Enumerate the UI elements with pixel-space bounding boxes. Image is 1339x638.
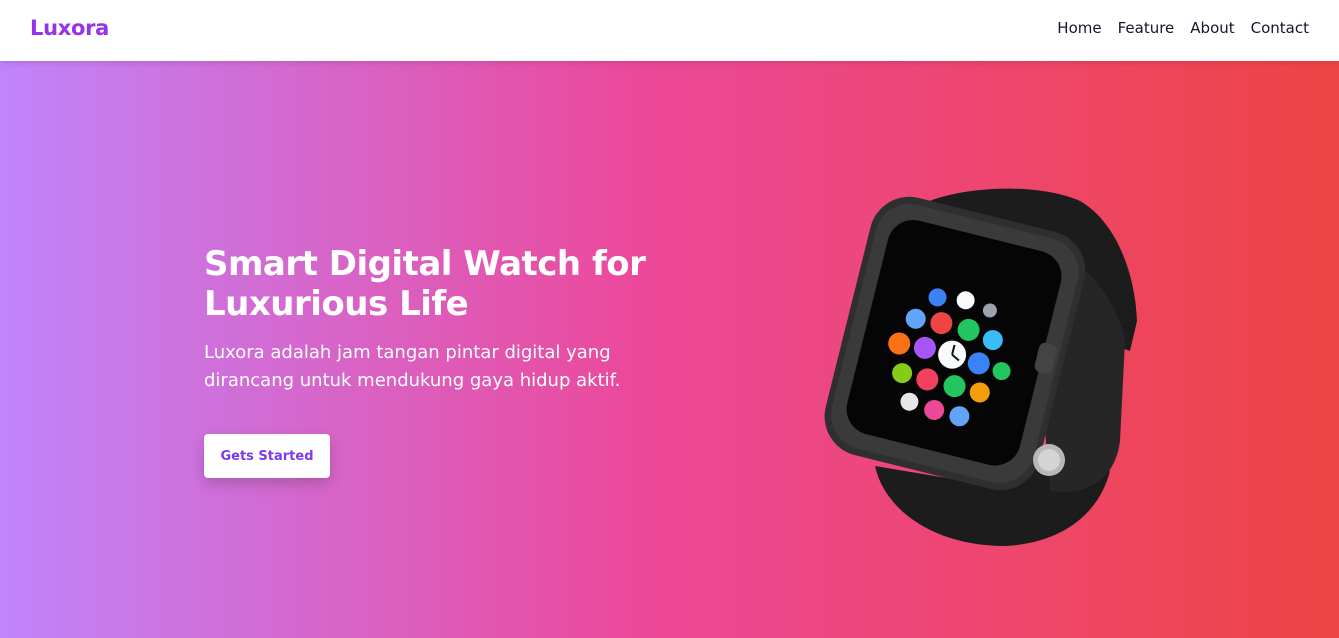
smartwatch-image — [824, 188, 1137, 546]
nav-link-home[interactable]: Home — [1057, 19, 1101, 37]
hero-description: Luxora adalah jam tangan pintar digital … — [204, 342, 621, 391]
nav-menu: Home Feature About Contact — [1057, 19, 1309, 37]
brand-logo[interactable]: Luxora — [30, 16, 109, 40]
nav-link-feature[interactable]: Feature — [1118, 19, 1175, 37]
hero-section: Smart Digital Watch for Luxurious Life L… — [0, 61, 1339, 638]
navbar: Luxora Home Feature About Contact — [0, 0, 1339, 61]
hero-title: Smart Digital Watch for Luxurious Life — [204, 244, 646, 324]
nav-link-contact[interactable]: Contact — [1251, 19, 1309, 37]
nav-link-about[interactable]: About — [1190, 19, 1234, 37]
get-started-button[interactable]: Gets Started — [204, 434, 330, 478]
